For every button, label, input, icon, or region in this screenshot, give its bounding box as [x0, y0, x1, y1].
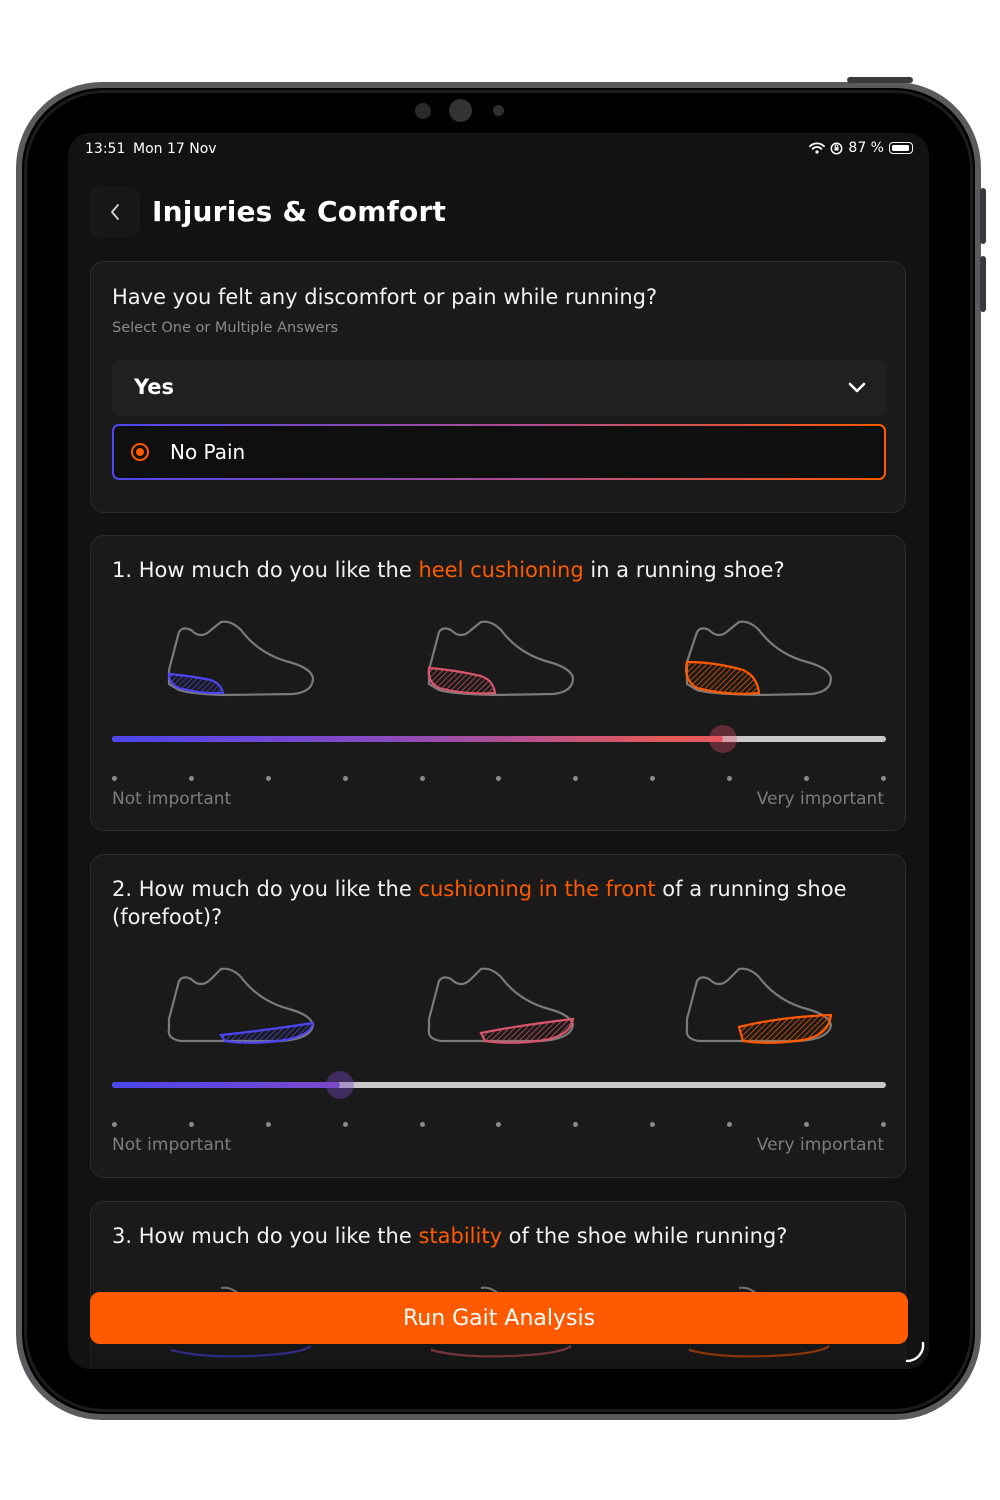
chevron-left-icon	[111, 204, 119, 220]
volume-up-button	[980, 188, 986, 244]
status-date: Mon 17 Nov	[133, 141, 217, 157]
slider-thumb[interactable]	[709, 725, 738, 753]
radio-selected-icon	[131, 443, 149, 461]
shoe-forefoot-medium-icon	[427, 967, 575, 1044]
forefoot-cushioning-card: 2. How much do you like the cushioning i…	[90, 854, 906, 1178]
orientation-lock-icon	[830, 142, 843, 154]
forefoot-cushioning-slider[interactable]	[112, 1071, 886, 1099]
slider-fill	[112, 736, 724, 742]
slider-fill	[112, 1082, 341, 1088]
option-no-pain[interactable]: No Pain	[112, 424, 886, 480]
question-1-title: 1. How much do you like the heel cushion…	[112, 558, 785, 582]
dropdown-selected-value: Yes	[134, 375, 175, 399]
back-button[interactable]	[90, 187, 140, 237]
heel-cushioning-card: 1. How much do you like the heel cushion…	[90, 535, 906, 831]
battery-icon	[889, 142, 913, 154]
camera-sensor	[415, 103, 431, 119]
chevron-down-icon	[848, 382, 866, 393]
shoe-heel-medium-icon	[427, 620, 575, 697]
question-3-title: 3. How much do you like the stability of…	[112, 1224, 788, 1248]
pain-question-card: Have you felt any discomfort or pain whi…	[90, 261, 906, 513]
pain-answer-dropdown[interactable]: Yes	[112, 360, 886, 416]
page-title: Injuries & Comfort	[152, 195, 447, 228]
loading-spinner-icon	[905, 1341, 925, 1363]
battery-percentage: 87 %	[848, 140, 884, 156]
status-bar: 13:51 Mon 17 Nov 87 %	[68, 133, 929, 165]
shoe-heel-high-icon	[685, 620, 833, 697]
shoe-heel-low-icon	[167, 620, 315, 697]
slider-min-label: Not important	[112, 1135, 232, 1155]
pain-question-title: Have you felt any discomfort or pain whi…	[112, 285, 658, 309]
volume-down-button	[980, 256, 986, 312]
slider-step-dots	[112, 1122, 886, 1128]
power-button	[847, 77, 913, 83]
run-gait-analysis-button[interactable]: Run Gait Analysis	[90, 1292, 908, 1344]
shoe-forefoot-low-icon	[167, 967, 315, 1044]
question-2-highlight: cushioning in the front	[418, 877, 656, 901]
slider-thumb[interactable]	[326, 1071, 355, 1099]
shoe-forefoot-high-icon	[685, 967, 833, 1044]
slider-min-label: Not important	[112, 789, 232, 809]
camera-light	[493, 105, 504, 116]
slider-max-label: Very important	[756, 789, 884, 809]
slider-max-label: Very important	[756, 1135, 884, 1155]
question-3-highlight: stability	[418, 1224, 502, 1248]
pain-question-subtitle: Select One or Multiple Answers	[112, 320, 339, 336]
option-label: No Pain	[170, 440, 246, 464]
wifi-icon	[809, 142, 826, 154]
question-1-highlight: heel cushioning	[418, 558, 584, 582]
status-icons: 87 %	[809, 140, 913, 156]
status-time: 13:51	[85, 141, 126, 157]
question-2-title: 2. How much do you like the cushioning i…	[112, 877, 847, 929]
app-screen: 13:51 Mon 17 Nov 87 % Injuries & Comfort…	[68, 133, 929, 1369]
heel-cushioning-slider[interactable]	[112, 725, 886, 753]
slider-step-dots	[112, 776, 886, 782]
front-camera	[449, 99, 472, 122]
